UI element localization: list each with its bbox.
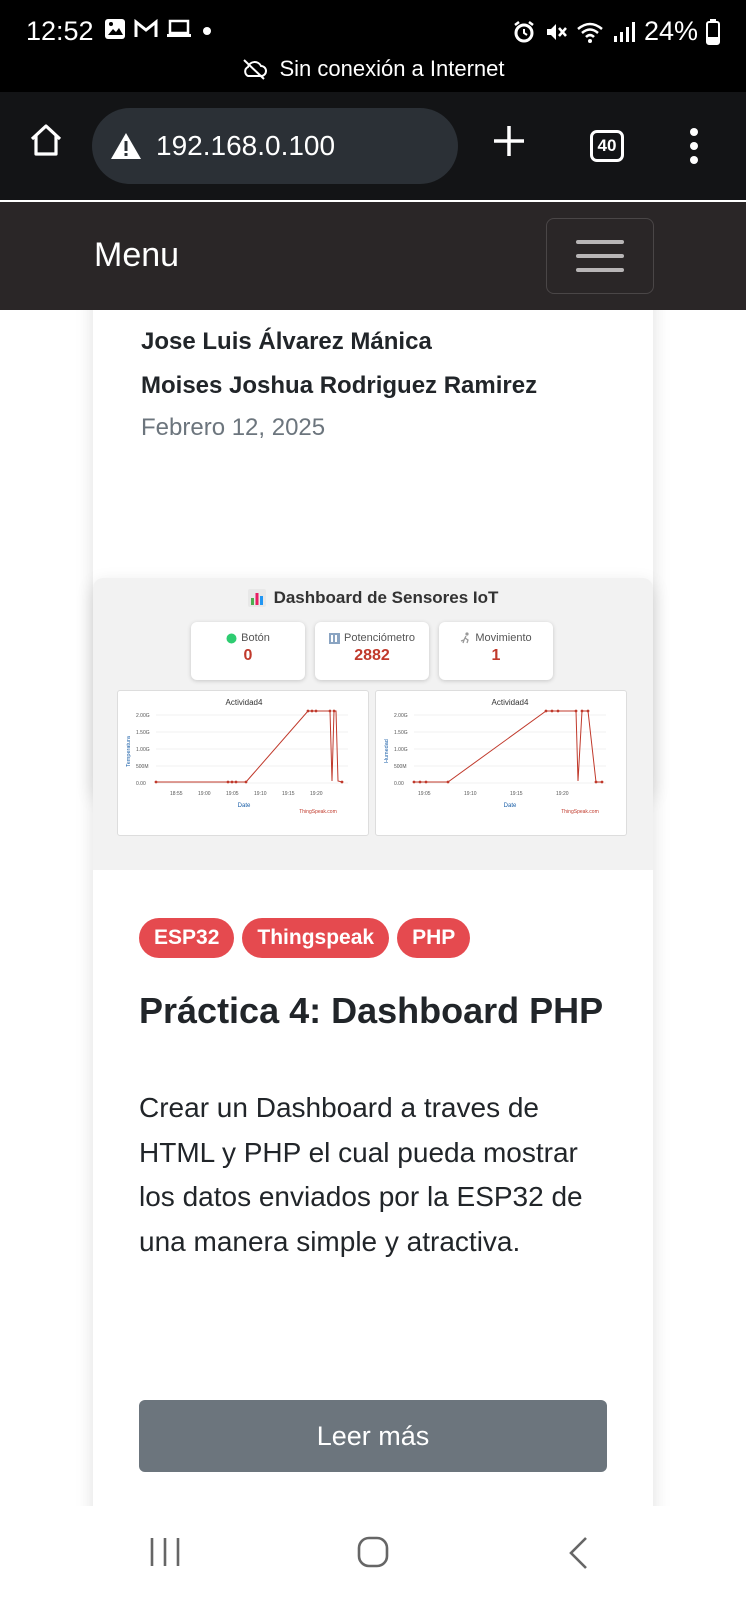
x-tick: 19:05: [226, 791, 239, 797]
wifi-icon: [577, 22, 603, 43]
bar-chart-icon: [247, 589, 266, 607]
tab-switcher-button[interactable]: 40: [590, 130, 624, 162]
tag-badge: ESP32: [139, 918, 235, 958]
stat-label: Potenciómetro: [344, 632, 415, 644]
chart-title: Actividad4: [492, 698, 529, 707]
home-icon[interactable]: [28, 122, 64, 158]
status-time: 12:52: [26, 16, 94, 46]
battery-percent: 24%: [643, 16, 698, 46]
stat-label: Movimiento: [475, 632, 532, 644]
stat-card-potentiometer: Potenciómetro 2882: [315, 622, 429, 680]
hamburger-line: [576, 240, 624, 244]
read-more-button[interactable]: Leer más: [139, 1400, 607, 1472]
x-tick: 19:20: [310, 791, 323, 797]
system-navigation-bar: [0, 1506, 746, 1600]
back-icon[interactable]: [566, 1536, 592, 1570]
x-axis-label: Date: [504, 803, 517, 809]
y-tick: 1.00G: [394, 747, 408, 753]
page-content: Jose Luis Álvarez Mánica Moises Joshua R…: [0, 310, 746, 1506]
offline-notice: Sin conexión a Internet: [0, 56, 746, 82]
hamburger-line: [576, 268, 624, 272]
status-bar: 12:52 24% Sin conexión a Internet: [0, 0, 746, 92]
browser-toolbar: 192.168.0.100 40: [0, 92, 746, 200]
hamburger-menu-button[interactable]: [546, 218, 654, 294]
y-tick: 0.00: [136, 781, 146, 787]
signal-icon: [613, 21, 635, 42]
y-tick: 0.00: [394, 781, 404, 787]
dot-icon: [203, 27, 211, 35]
notification-icons: [104, 18, 214, 40]
home-button-icon[interactable]: [356, 1536, 390, 1568]
y-tick: 1.00G: [136, 747, 150, 753]
thingspeak-chart-temperature: Actividad4 2.00G 1.50G 1.00G 500M 0.00 1…: [117, 690, 369, 836]
card-date: Febrero 12, 2025: [141, 414, 326, 441]
stat-value: 2882: [354, 647, 390, 664]
x-tick: 19:05: [418, 791, 431, 797]
tag-badge: PHP: [397, 918, 471, 958]
address-bar[interactable]: 192.168.0.100: [92, 108, 458, 184]
runner-icon: [461, 632, 470, 644]
hamburger-line: [576, 254, 624, 258]
y-tick: 500M: [136, 764, 149, 770]
laptop-icon: [167, 19, 191, 37]
stat-card-motion: Movimiento 1: [439, 622, 553, 680]
site-navbar: Menu: [0, 202, 746, 310]
green-dot-icon: [226, 633, 237, 643]
chart-title: Actividad4: [226, 698, 263, 707]
stat-value: 1: [491, 647, 501, 664]
stat-label: Botón: [241, 632, 270, 644]
card-description: Crear un Dashboard a traves de HTML y PH…: [139, 1092, 583, 1257]
x-tick: 19:15: [282, 791, 295, 797]
card-image-dashboard: Dashboard de Sensores IoT Botón 0 Potenc…: [93, 578, 653, 870]
tag-badge: Thingspeak: [242, 918, 390, 958]
alarm-icon: [514, 20, 534, 42]
y-axis-label: Temperatura: [126, 735, 132, 767]
url-text[interactable]: 192.168.0.100: [156, 130, 335, 162]
x-tick: 19:00: [198, 791, 211, 797]
tag-list: ESP32 Thingspeak PHP: [139, 918, 471, 958]
chart-points: [412, 709, 604, 784]
x-tick: 19:10: [254, 791, 267, 797]
y-axis-label: Humedad: [384, 739, 390, 763]
offline-text: Sin conexión a Internet: [279, 56, 505, 81]
chart-credit: ThingSpeak.com: [561, 809, 599, 815]
author-name: Jose Luis Álvarez Mánica: [141, 328, 432, 355]
practice-card: Dashboard de Sensores IoT Botón 0 Potenc…: [93, 578, 653, 1506]
y-tick: 2.00G: [136, 713, 150, 719]
x-axis-label: Date: [238, 803, 251, 809]
chart-series-line: [414, 710, 602, 783]
x-tick: 19:20: [556, 791, 569, 797]
thingspeak-chart-humidity: Actividad4 2.00G 1.50G 1.00G 500M 0.00 1…: [375, 690, 627, 836]
author-name: Moises Joshua Rodriguez Ramirez: [141, 372, 538, 399]
chart-points: [154, 709, 344, 784]
battery-icon: [706, 18, 720, 45]
gmail-icon: [134, 19, 158, 37]
more-options-icon[interactable]: [690, 128, 698, 164]
x-tick: 19:10: [464, 791, 477, 797]
y-tick: 1.50G: [394, 730, 408, 736]
stat-value: 0: [243, 647, 253, 664]
abacus-icon: [329, 632, 341, 644]
stat-card-button: Botón 0: [191, 622, 305, 680]
card-title: Práctica 4: Dashboard PHP: [139, 990, 604, 1031]
y-tick: 500M: [394, 764, 407, 770]
chart-credit: ThingSpeak.com: [299, 809, 337, 815]
y-tick: 2.00G: [394, 713, 408, 719]
y-tick: 1.50G: [136, 730, 150, 736]
x-tick: 19:15: [510, 791, 523, 797]
recent-apps-icon[interactable]: [148, 1536, 182, 1568]
new-tab-icon[interactable]: [490, 122, 528, 160]
chart-series-line: [156, 710, 343, 783]
cloud-off-icon: [243, 59, 268, 80]
mute-icon: [546, 23, 567, 40]
warning-icon[interactable]: [110, 132, 142, 160]
dashboard-title: Dashboard de Sensores IoT: [93, 588, 653, 608]
x-tick: 18:55: [170, 791, 183, 797]
gallery-icon: [105, 19, 125, 39]
navbar-brand[interactable]: Menu: [94, 236, 179, 275]
status-right: 24%: [512, 16, 720, 47]
